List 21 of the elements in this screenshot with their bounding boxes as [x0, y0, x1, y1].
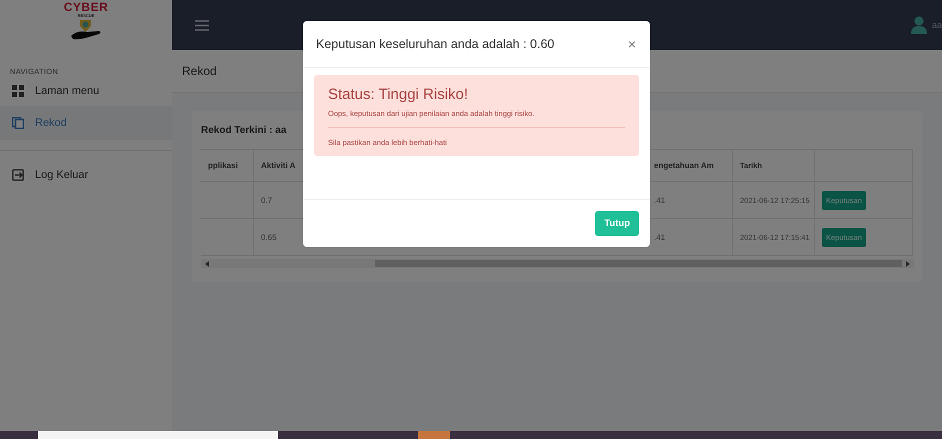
- modal-title: Keputusan keseluruhan anda adalah : 0.60: [316, 37, 554, 51]
- nav-item[interactable]: Rekod: [0, 106, 172, 140]
- grid-icon: [12, 85, 24, 97]
- user-name: aa: [932, 20, 942, 30]
- horizontal-scrollbar[interactable]: [201, 259, 914, 268]
- nav-item[interactable]: Log Keluar: [0, 160, 172, 190]
- right-arrow-icon: [906, 260, 910, 266]
- copy-icon: [12, 117, 24, 129]
- shield-hand-icon: [69, 18, 103, 40]
- alert-heading: Status: Tinggi Risiko!: [328, 85, 470, 105]
- menu-icon: [195, 20, 209, 30]
- nav-item[interactable]: Laman menu: [0, 76, 172, 106]
- exit-icon: [12, 169, 24, 181]
- page-title: Rekod: [182, 64, 217, 78]
- close-button[interactable]: Tutup: [595, 211, 639, 236]
- column-header: pplikasi: [201, 150, 254, 182]
- logo-title: CYBER: [64, 2, 108, 13]
- user-icon: [910, 16, 928, 34]
- card-title: Rekod Terkini : aa: [201, 124, 286, 138]
- close-button[interactable]: ×: [626, 36, 638, 52]
- left-arrow-icon: [205, 260, 209, 266]
